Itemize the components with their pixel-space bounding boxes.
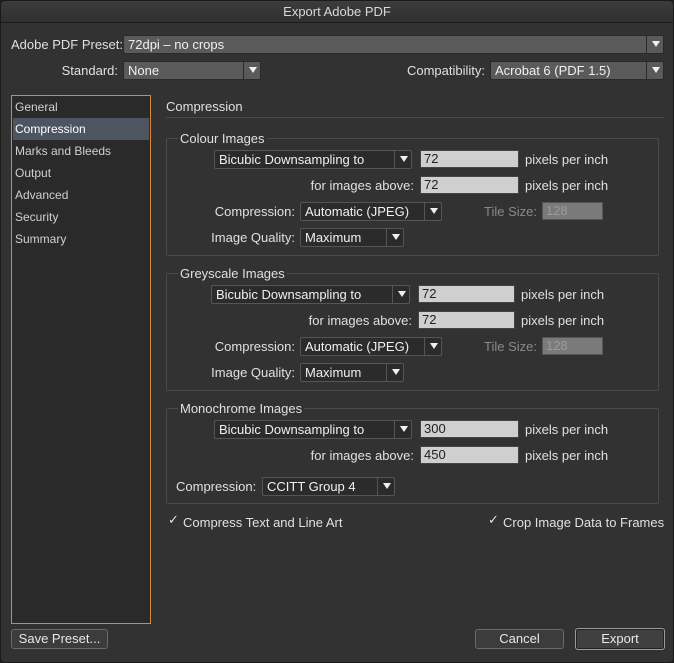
sidebar: General Compression Marks and Bleeds Out… [11, 95, 151, 624]
compress-text-label[interactable]: Compress Text and Line Art [183, 515, 342, 530]
colour-compression-select[interactable]: Automatic (JPEG) [300, 202, 442, 221]
compatibility-value: Acrobat 6 (PDF 1.5) [495, 63, 611, 78]
preset-label: Adobe PDF Preset: [11, 37, 123, 52]
sidebar-item-summary[interactable]: Summary [13, 228, 149, 250]
mono-above-label: for images above: [310, 448, 414, 463]
greyscale-ppi-unit: pixels per inch [521, 287, 605, 302]
colour-images-title: Colour Images [178, 131, 267, 146]
greyscale-tile-input: 128 [542, 337, 603, 355]
colour-above-input[interactable]: 72 [420, 176, 519, 194]
mono-ppi-input[interactable]: 300 [420, 420, 519, 438]
chevron-down-icon [249, 67, 257, 73]
mono-compression-select[interactable]: CCITT Group 4 [262, 477, 395, 496]
greyscale-ppi-input[interactable]: 72 [418, 285, 515, 303]
sidebar-item-compression[interactable]: Compression [13, 118, 149, 140]
chevron-down-icon [400, 156, 408, 162]
preset-value: 72dpi – no crops [128, 37, 225, 52]
chevron-down-icon [392, 234, 400, 240]
section-title: Compression [166, 99, 243, 114]
colour-compression-label: Compression: [214, 204, 295, 219]
chevron-down-icon [392, 369, 400, 375]
colour-downsample-value: Bicubic Downsampling to [219, 152, 365, 167]
colour-quality-label: Image Quality: [211, 230, 295, 245]
greyscale-compression-value: Automatic (JPEG) [305, 339, 410, 354]
colour-downsample-select[interactable]: Bicubic Downsampling to [214, 150, 412, 169]
greyscale-downsample-value: Bicubic Downsampling to [216, 287, 362, 302]
section-divider [166, 117, 664, 118]
sidebar-item-general[interactable]: General [13, 96, 149, 118]
save-preset-button[interactable]: Save Preset... [11, 629, 108, 649]
chevron-down-icon [398, 291, 406, 297]
mono-compression-value: CCITT Group 4 [267, 479, 356, 494]
sidebar-item-output[interactable]: Output [13, 162, 149, 184]
monochrome-images-title: Monochrome Images [178, 401, 305, 416]
colour-above-label: for images above: [310, 178, 414, 193]
standard-value: None [128, 63, 160, 78]
chevron-down-icon [652, 67, 660, 73]
greyscale-above-input[interactable]: 72 [418, 311, 515, 329]
greyscale-compression-select[interactable]: Automatic (JPEG) [300, 337, 442, 356]
standard-label: Standard: [61, 63, 118, 78]
cancel-button[interactable]: Cancel [475, 629, 564, 649]
chevron-down-icon [430, 208, 438, 214]
greyscale-quality-value: Maximum [305, 365, 362, 380]
compatibility-label: Compatibility: [406, 63, 485, 78]
export-button[interactable]: Export [575, 628, 665, 650]
chevron-down-icon [430, 343, 438, 349]
sidebar-item-security[interactable]: Security [13, 206, 149, 228]
greyscale-tile-label: Tile Size: [484, 339, 537, 354]
greyscale-above-label: for images above: [308, 313, 412, 328]
colour-ppi-input[interactable]: 72 [420, 150, 519, 168]
mono-downsample-select[interactable]: Bicubic Downsampling to [214, 420, 412, 439]
window-title: Export Adobe PDF [1, 1, 673, 23]
standard-select[interactable]: None [123, 61, 261, 80]
chevron-down-icon [383, 483, 391, 489]
greyscale-compression-label: Compression: [214, 339, 295, 354]
mono-ppi-unit: pixels per inch [525, 422, 609, 437]
colour-ppi-unit: pixels per inch [525, 152, 609, 167]
chevron-down-icon [652, 41, 660, 47]
mono-compression-label: Compression: [176, 479, 257, 494]
preset-select[interactable]: 72dpi – no crops [123, 35, 664, 54]
greyscale-downsample-select[interactable]: Bicubic Downsampling to [211, 285, 410, 304]
colour-compression-value: Automatic (JPEG) [305, 204, 410, 219]
colour-quality-value: Maximum [305, 230, 362, 245]
sidebar-item-marks-and-bleeds[interactable]: Marks and Bleeds [13, 140, 149, 162]
crop-image-label[interactable]: Crop Image Data to Frames [503, 515, 664, 530]
mono-above-unit: pixels per inch [525, 448, 609, 463]
compress-text-checkbox[interactable]: ✓ [168, 513, 180, 526]
greyscale-above-unit: pixels per inch [521, 313, 605, 328]
colour-above-unit: pixels per inch [525, 178, 609, 193]
greyscale-quality-select[interactable]: Maximum [300, 363, 404, 382]
colour-tile-label: Tile Size: [484, 204, 537, 219]
export-pdf-dialog: Export Adobe PDF Adobe PDF Preset: 72dpi… [0, 0, 674, 663]
greyscale-quality-label: Image Quality: [211, 365, 295, 380]
crop-image-checkbox[interactable]: ✓ [488, 513, 500, 526]
compatibility-select[interactable]: Acrobat 6 (PDF 1.5) [490, 61, 664, 80]
colour-quality-select[interactable]: Maximum [300, 228, 404, 247]
greyscale-images-title: Greyscale Images [178, 266, 287, 281]
mono-downsample-value: Bicubic Downsampling to [219, 422, 365, 437]
mono-above-input[interactable]: 450 [420, 446, 519, 464]
colour-tile-input: 128 [542, 202, 603, 220]
chevron-down-icon [400, 426, 408, 432]
sidebar-item-advanced[interactable]: Advanced [13, 184, 149, 206]
